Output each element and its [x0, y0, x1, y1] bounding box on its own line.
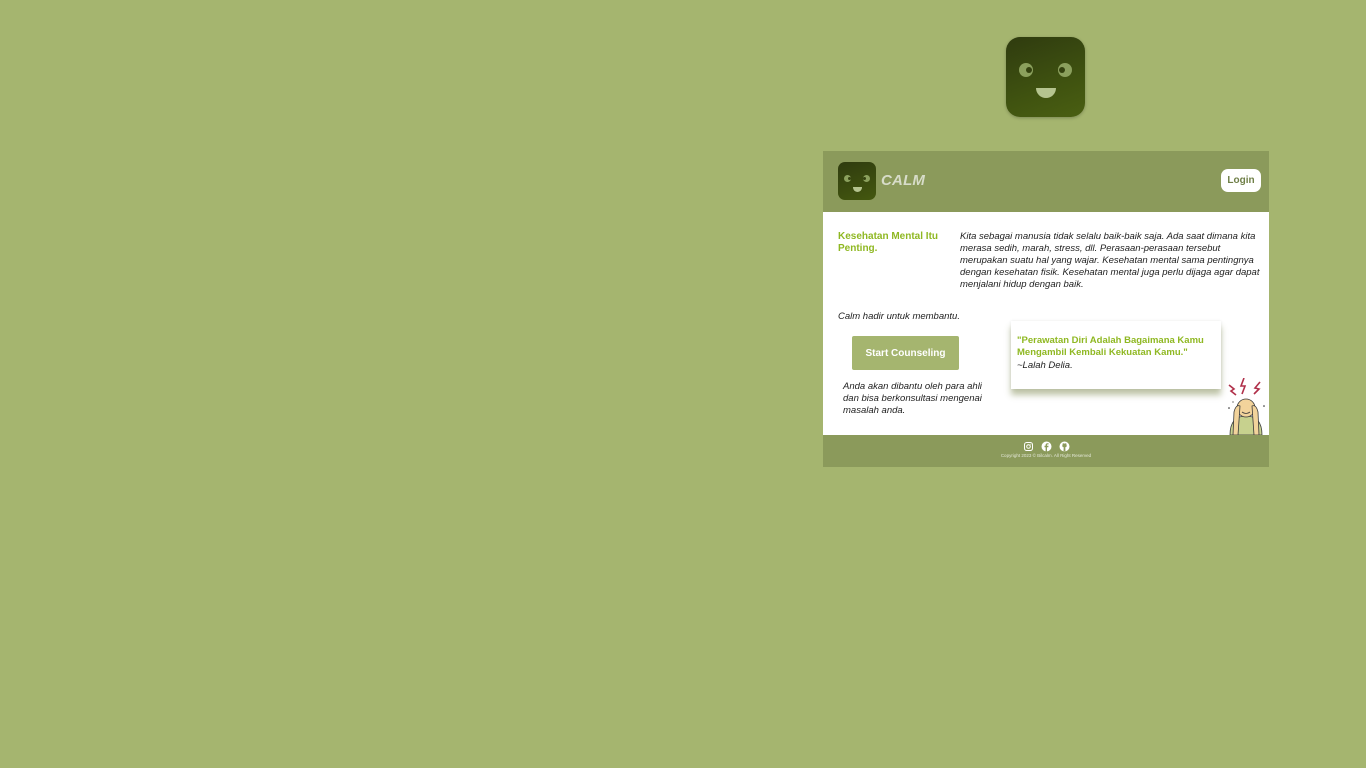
brand-name[interactable]: CALM — [881, 172, 925, 189]
navbar-logo[interactable] — [838, 162, 876, 200]
social-links — [823, 439, 1269, 452]
quote-text: "Perawatan Diri Adalah Bagaimana Kamu Me… — [1017, 335, 1204, 358]
navbar: CALM Login — [823, 151, 1269, 212]
tagline: Calm hadir untuk membantu. — [838, 311, 960, 322]
github-icon[interactable] — [1059, 439, 1070, 452]
logo-eye-right — [1058, 63, 1072, 77]
facebook-icon[interactable] — [1041, 439, 1052, 452]
cta-description: Anda akan dibantu oleh para ahli dan bis… — [843, 381, 982, 416]
app-logo-large — [1006, 37, 1085, 117]
intro-paragraph: Kita sebagai manusia tidak selalu baik-b… — [960, 231, 1260, 290]
footer: Copyright 2023 © Bilcalm. All Right Rese… — [823, 435, 1269, 467]
instagram-icon[interactable] — [1023, 439, 1034, 451]
quote-author: ~Lalah Delia. — [1017, 360, 1073, 371]
logo-mouth — [1036, 88, 1056, 98]
start-counseling-button[interactable]: Start Counseling — [852, 336, 959, 370]
quote-card: "Perawatan Diri Adalah Bagaimana Kamu Me… — [1011, 321, 1221, 389]
copyright-text: Copyright 2023 © Bilcalm. All Right Rese… — [1000, 453, 1092, 458]
page-preview: CALM Login Kesehatan Mental Itu Penting.… — [823, 151, 1269, 467]
login-button[interactable]: Login — [1221, 169, 1261, 192]
stressed-person-illustration — [1228, 378, 1265, 435]
section-headline: Kesehatan Mental Itu Penting. — [838, 231, 939, 254]
logo-eye-left — [1019, 63, 1033, 77]
